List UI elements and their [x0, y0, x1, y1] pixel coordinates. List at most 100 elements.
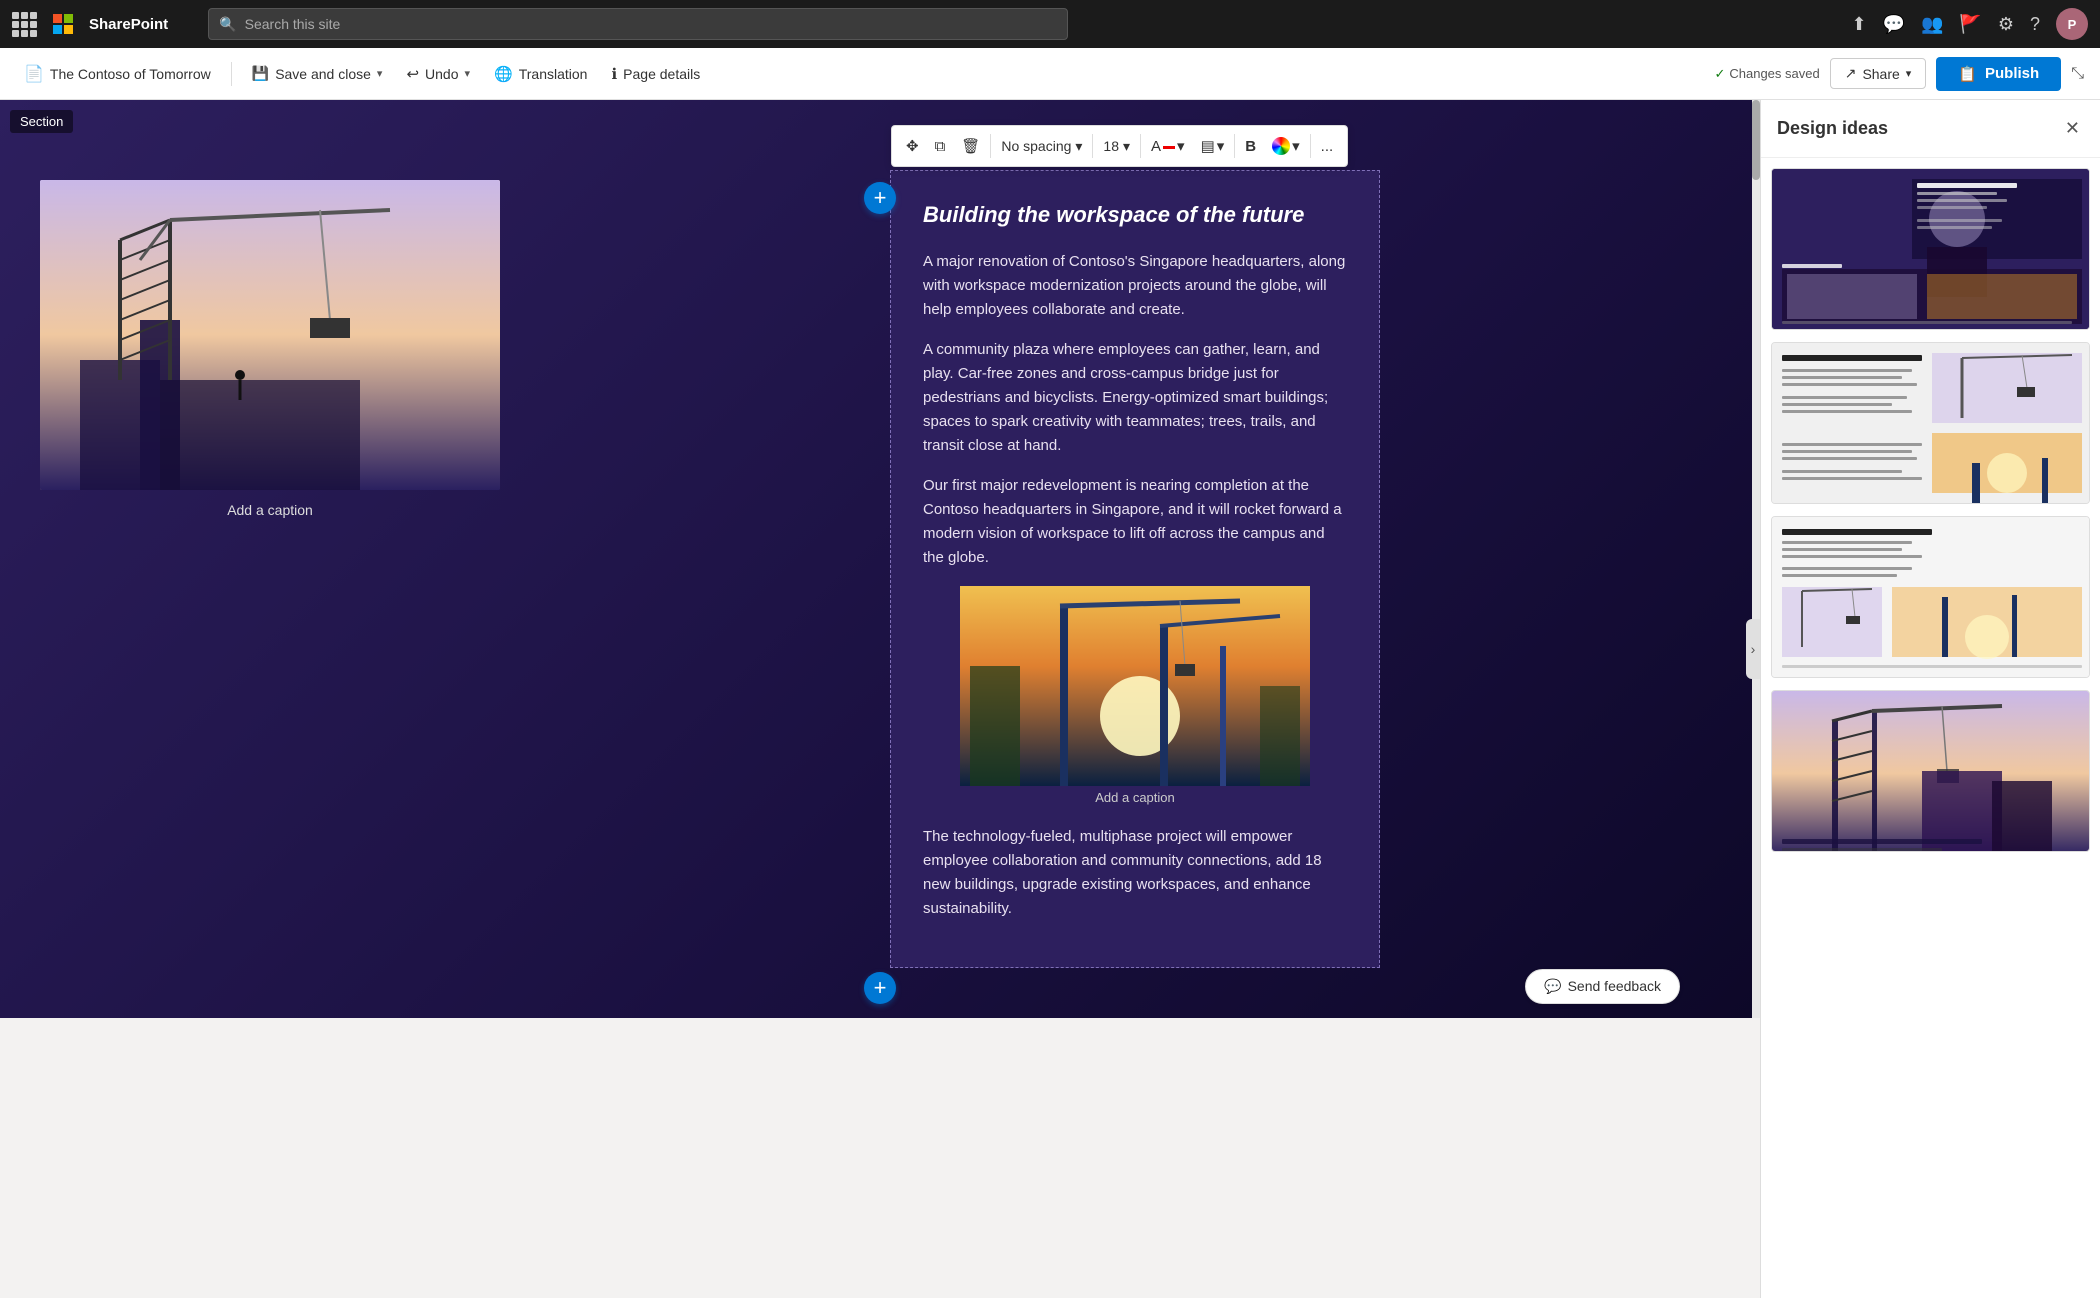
left-image	[40, 180, 500, 490]
share-icon[interactable]: ⬆	[1851, 14, 1866, 35]
save-close-button[interactable]: 💾 Save and close ▾	[244, 61, 391, 86]
article-para2: A community plaza where employees can ga…	[923, 338, 1347, 458]
settings-icon[interactable]: ⚙	[1998, 14, 2014, 35]
highlight-icon: ▤	[1201, 137, 1215, 155]
design-panel-title: Design ideas	[1777, 118, 1888, 139]
card1-svg	[1772, 169, 2089, 329]
left-column: Add a caption	[0, 160, 520, 978]
card-4-thumbnail	[1772, 691, 2089, 851]
translation-button[interactable]: 🌐 Translation	[486, 61, 595, 87]
style-selector[interactable]: No spacing ▾	[995, 136, 1088, 157]
card-3-thumbnail	[1772, 517, 2089, 677]
card4-svg	[1772, 691, 2089, 851]
more-options-button[interactable]: ...	[1315, 134, 1340, 159]
left-caption[interactable]: Add a caption	[227, 502, 313, 518]
fmt-divider-1	[990, 134, 991, 158]
page-icon: 📄	[24, 64, 44, 84]
undo-chevron: ▾	[465, 67, 471, 80]
article-para1: A major renovation of Contoso's Singapor…	[923, 250, 1347, 322]
color-picker-icon	[1272, 137, 1290, 155]
design-ideas-panel: Design ideas ✕	[1760, 100, 2100, 1298]
undo-icon: ↩	[406, 65, 419, 83]
collapse-panel-handle[interactable]: ›	[1746, 619, 1760, 679]
crane-svg	[40, 180, 500, 490]
size-chevron: ▾	[1123, 138, 1130, 155]
publish-icon: 📋	[1958, 65, 1977, 83]
microsoft-logo	[53, 14, 73, 34]
share-button[interactable]: ↗ Share ▾	[1830, 58, 1927, 89]
article-para3: Our first major redevelopment is nearing…	[923, 474, 1347, 570]
flag-icon[interactable]: 🚩	[1959, 14, 1981, 35]
avatar[interactable]: P	[2056, 8, 2088, 40]
move-button[interactable]: ✥	[900, 133, 925, 159]
delete-button[interactable]: 🗑	[955, 133, 986, 159]
changes-saved-label: Changes saved	[1729, 66, 1819, 81]
feedback-icon: 💬	[1544, 978, 1561, 995]
text-editor[interactable]: ✥ ⧉ 🗑 No spacing ▾ 18	[890, 170, 1380, 968]
color-button[interactable]: A ▾	[1145, 133, 1191, 159]
page-details-button[interactable]: ℹ Page details	[603, 61, 708, 87]
save-close-label: Save and close	[275, 66, 371, 82]
feedback-label: Send feedback	[1568, 978, 1661, 994]
chevron-right-icon: ›	[1751, 641, 1756, 657]
add-section-bottom-button[interactable]: +	[864, 972, 896, 1004]
chat-icon[interactable]: 💬	[1883, 14, 1905, 35]
waffle-menu[interactable]	[12, 12, 37, 37]
page-content: Section +	[0, 100, 1760, 1018]
help-icon[interactable]: ?	[2030, 14, 2040, 35]
fullscreen-button[interactable]: ⤡	[2071, 65, 2084, 83]
scroll-track	[1752, 100, 1760, 1018]
inline-caption[interactable]: Add a caption	[923, 790, 1347, 805]
page-title-item[interactable]: 📄 The Contoso of Tomorrow	[16, 60, 219, 88]
copy-button[interactable]: ⧉	[929, 134, 952, 159]
design-card-4[interactable]	[1771, 690, 2090, 852]
search-bar[interactable]: 🔍 Search this site	[208, 8, 1068, 40]
nav-icons: ⬆ 💬 👥 🚩 ⚙ ? P	[1851, 8, 2088, 40]
top-navigation: SharePoint 🔍 Search this site ⬆ 💬 👥 🚩 ⚙ …	[0, 0, 2100, 48]
fmt-divider-3	[1140, 134, 1141, 158]
toolbar-right: ✓ Changes saved ↗ Share ▾ 📋 Publish ⤡	[1714, 57, 2084, 91]
design-card-1[interactable]	[1771, 168, 2090, 330]
search-placeholder: Search this site	[245, 16, 341, 32]
translation-icon: 🌐	[494, 65, 513, 83]
design-card-3[interactable]	[1771, 516, 2090, 678]
highlight-button[interactable]: ▤ ▾	[1195, 133, 1231, 159]
right-column: ✥ ⧉ 🗑 No spacing ▾ 18	[520, 160, 1760, 978]
page-toolbar: 📄 The Contoso of Tomorrow 💾 Save and clo…	[0, 48, 2100, 100]
section-label: Section	[10, 110, 73, 133]
page-title: The Contoso of Tomorrow	[50, 66, 211, 82]
page-details-icon: ℹ	[611, 65, 617, 83]
color-picker-button[interactable]: ▾	[1266, 133, 1306, 159]
close-design-panel-button[interactable]: ✕	[2061, 114, 2084, 143]
size-value: 18	[1103, 138, 1119, 154]
design-card-2[interactable]	[1771, 342, 2090, 504]
check-icon: ✓	[1714, 66, 1725, 82]
send-feedback-button[interactable]: 💬 Send feedback	[1525, 969, 1680, 1004]
fmt-divider-5	[1310, 134, 1311, 158]
size-selector[interactable]: 18 ▾	[1097, 136, 1136, 157]
design-cards-list	[1761, 158, 2100, 1298]
style-chevron: ▾	[1075, 138, 1082, 155]
app-name: SharePoint	[89, 16, 168, 33]
section-wrapper: Section +	[0, 100, 1760, 1018]
undo-label: Undo	[425, 66, 458, 82]
people-icon[interactable]: 👥	[1921, 14, 1943, 35]
inline-image	[960, 586, 1310, 786]
share-chevron: ▾	[1906, 67, 1912, 80]
bold-button[interactable]: B	[1239, 134, 1262, 159]
crane-inline-svg	[960, 586, 1310, 786]
main-area: Section +	[0, 100, 2100, 1298]
add-section-top-button[interactable]: +	[864, 182, 896, 214]
article-para4: The technology-fueled, multiphase projec…	[923, 825, 1347, 921]
scroll-thumb[interactable]	[1752, 100, 1760, 180]
undo-button[interactable]: ↩ Undo ▾	[398, 61, 478, 87]
translation-label: Translation	[519, 66, 588, 82]
highlight-chevron: ▾	[1217, 137, 1225, 155]
canvas-area[interactable]: Section +	[0, 100, 1760, 1298]
more-icon: ...	[1321, 138, 1334, 155]
save-close-chevron: ▾	[377, 67, 383, 80]
design-panel-header: Design ideas ✕	[1761, 100, 2100, 158]
bold-label: B	[1245, 138, 1256, 155]
waffle-icon	[12, 12, 37, 37]
publish-button[interactable]: 📋 Publish	[1936, 57, 2061, 91]
